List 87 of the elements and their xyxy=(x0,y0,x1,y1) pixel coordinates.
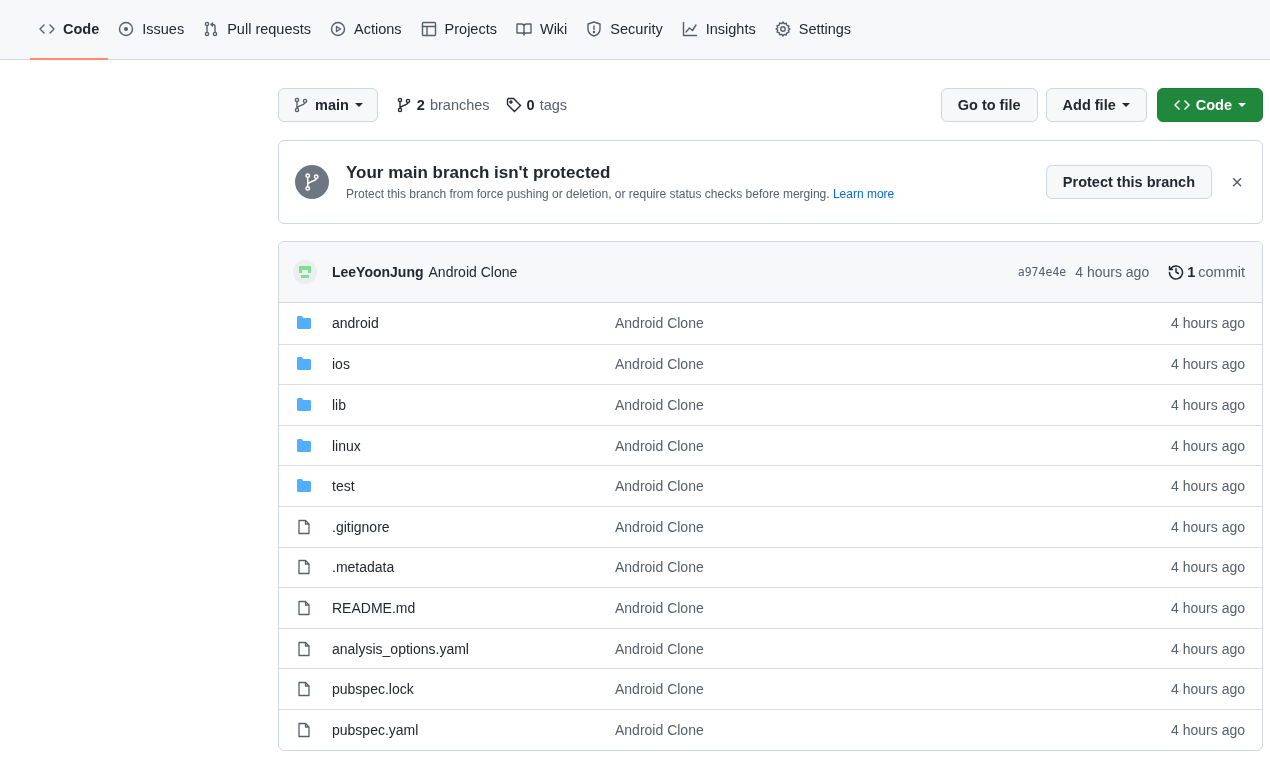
commit-message-link[interactable]: Android Clone xyxy=(615,356,1172,373)
file-name-link[interactable]: android xyxy=(332,315,615,332)
branch-icon xyxy=(295,165,329,199)
file-name-link[interactable]: ios xyxy=(332,356,615,373)
caret-icon xyxy=(1238,103,1246,107)
commit-time: 4 hours ago xyxy=(1171,721,1245,738)
repo-tab[interactable]: Insights xyxy=(672,0,765,60)
branches-link[interactable]: 2 branches xyxy=(395,97,490,113)
banner-title: Your main branch isn't protected xyxy=(346,163,612,183)
protect-branch-button[interactable]: Protect this branch xyxy=(1045,165,1212,199)
commit-message-link[interactable]: Android Clone xyxy=(615,437,1172,454)
branch-icon xyxy=(395,97,412,113)
commit-time: 4 hours ago xyxy=(1171,518,1245,535)
banner-description: Protect this branch from force pushing or deletion, or require status checks before merging. xyxy=(346,187,830,201)
add-file-button[interactable]: Add file xyxy=(1045,88,1147,122)
folder-icon xyxy=(296,315,312,332)
learn-more-link[interactable]: Learn more xyxy=(832,187,895,201)
commit-message-link[interactable]: Android Clone xyxy=(615,518,1172,535)
table-icon xyxy=(420,21,437,37)
caret-icon xyxy=(354,103,363,107)
close-button[interactable]: × xyxy=(1228,170,1246,194)
repo-tab[interactable]: Pull requests xyxy=(194,0,320,60)
shield-icon xyxy=(586,21,603,37)
commit-message-link[interactable]: Android Clone xyxy=(428,264,518,280)
tag-icon xyxy=(505,97,522,113)
commit-time: 4 hours ago xyxy=(1075,264,1150,280)
commit-time: 4 hours ago xyxy=(1171,397,1245,413)
commit-message-link[interactable]: Android Clone xyxy=(615,315,1172,332)
settings-icon xyxy=(774,21,791,37)
repo-tab[interactable]: Wiki xyxy=(506,0,577,60)
go-to-file-button[interactable]: Go to file xyxy=(940,88,1038,122)
folder-icon xyxy=(296,478,312,495)
commit-time: 4 hours ago xyxy=(1171,599,1245,616)
commit-message-link[interactable]: Android Clone xyxy=(615,559,1172,576)
folder-icon xyxy=(296,397,312,413)
file-name-link[interactable]: pubspec.yaml xyxy=(332,721,615,738)
play-icon xyxy=(330,21,346,37)
commit-message-link[interactable]: Android Clone xyxy=(615,599,1172,616)
code-icon xyxy=(1173,97,1190,113)
commit-author-link[interactable]: LeeYoonJung xyxy=(332,264,424,280)
repo-tab[interactable]: Code xyxy=(30,0,109,60)
commit-time: 4 hours ago xyxy=(1171,315,1245,332)
repo-tab[interactable]: Projects xyxy=(411,0,506,60)
avatar-icon xyxy=(293,260,317,284)
commit-message-link[interactable]: Android Clone xyxy=(615,478,1172,495)
file-name-link[interactable]: README.md xyxy=(332,599,615,616)
repo-tab[interactable]: Actions xyxy=(321,0,411,60)
commit-time: 4 hours ago xyxy=(1171,478,1245,495)
repo-tab[interactable]: Security xyxy=(577,0,672,60)
commit-message-link[interactable]: Android Clone xyxy=(615,640,1172,657)
commits-link[interactable]: 1 commit xyxy=(1168,264,1245,280)
file-icon xyxy=(296,559,312,576)
commit-message-link[interactable]: Android Clone xyxy=(615,721,1172,738)
commit-time: 4 hours ago xyxy=(1171,437,1245,454)
code-button[interactable]: Code xyxy=(1156,88,1263,122)
file-icon xyxy=(296,721,312,738)
file-name-link[interactable]: .metadata xyxy=(332,559,615,576)
history-icon xyxy=(1168,264,1185,280)
commit-time: 4 hours ago xyxy=(1171,559,1245,576)
file-name-link[interactable]: linux xyxy=(332,437,615,454)
branch-icon xyxy=(293,97,309,113)
file-name-link[interactable]: analysis_options.yaml xyxy=(332,640,615,657)
file-icon xyxy=(296,599,312,616)
book-icon xyxy=(515,21,532,37)
file-name-link[interactable]: pubspec.lock xyxy=(332,681,615,698)
commit-time: 4 hours ago xyxy=(1171,681,1245,698)
commit-message-link[interactable]: Android Clone xyxy=(615,397,1172,413)
file-icon xyxy=(296,681,312,698)
graph-icon xyxy=(681,21,698,37)
pull-request-icon xyxy=(203,21,220,37)
repo-tab[interactable]: Settings xyxy=(765,0,861,60)
file-icon xyxy=(296,518,312,535)
file-icon xyxy=(296,640,312,657)
commit-time: 4 hours ago xyxy=(1171,640,1245,657)
file-name-link[interactable]: test xyxy=(332,478,615,495)
folder-icon xyxy=(296,437,312,454)
commit-hash-link[interactable]: a974e4e xyxy=(1017,265,1067,279)
file-name-link[interactable]: lib xyxy=(332,397,615,413)
branch-select-button[interactable]: main xyxy=(278,88,378,122)
commit-message-link[interactable]: Android Clone xyxy=(615,681,1172,698)
tags-link[interactable]: 0 tags xyxy=(505,97,568,113)
issue-icon xyxy=(118,21,135,37)
folder-icon xyxy=(296,356,312,373)
repo-tab[interactable]: Issues xyxy=(109,0,194,60)
caret-icon xyxy=(1121,103,1130,107)
commit-time: 4 hours ago xyxy=(1171,356,1245,373)
file-name-link[interactable]: .gitignore xyxy=(332,518,615,535)
